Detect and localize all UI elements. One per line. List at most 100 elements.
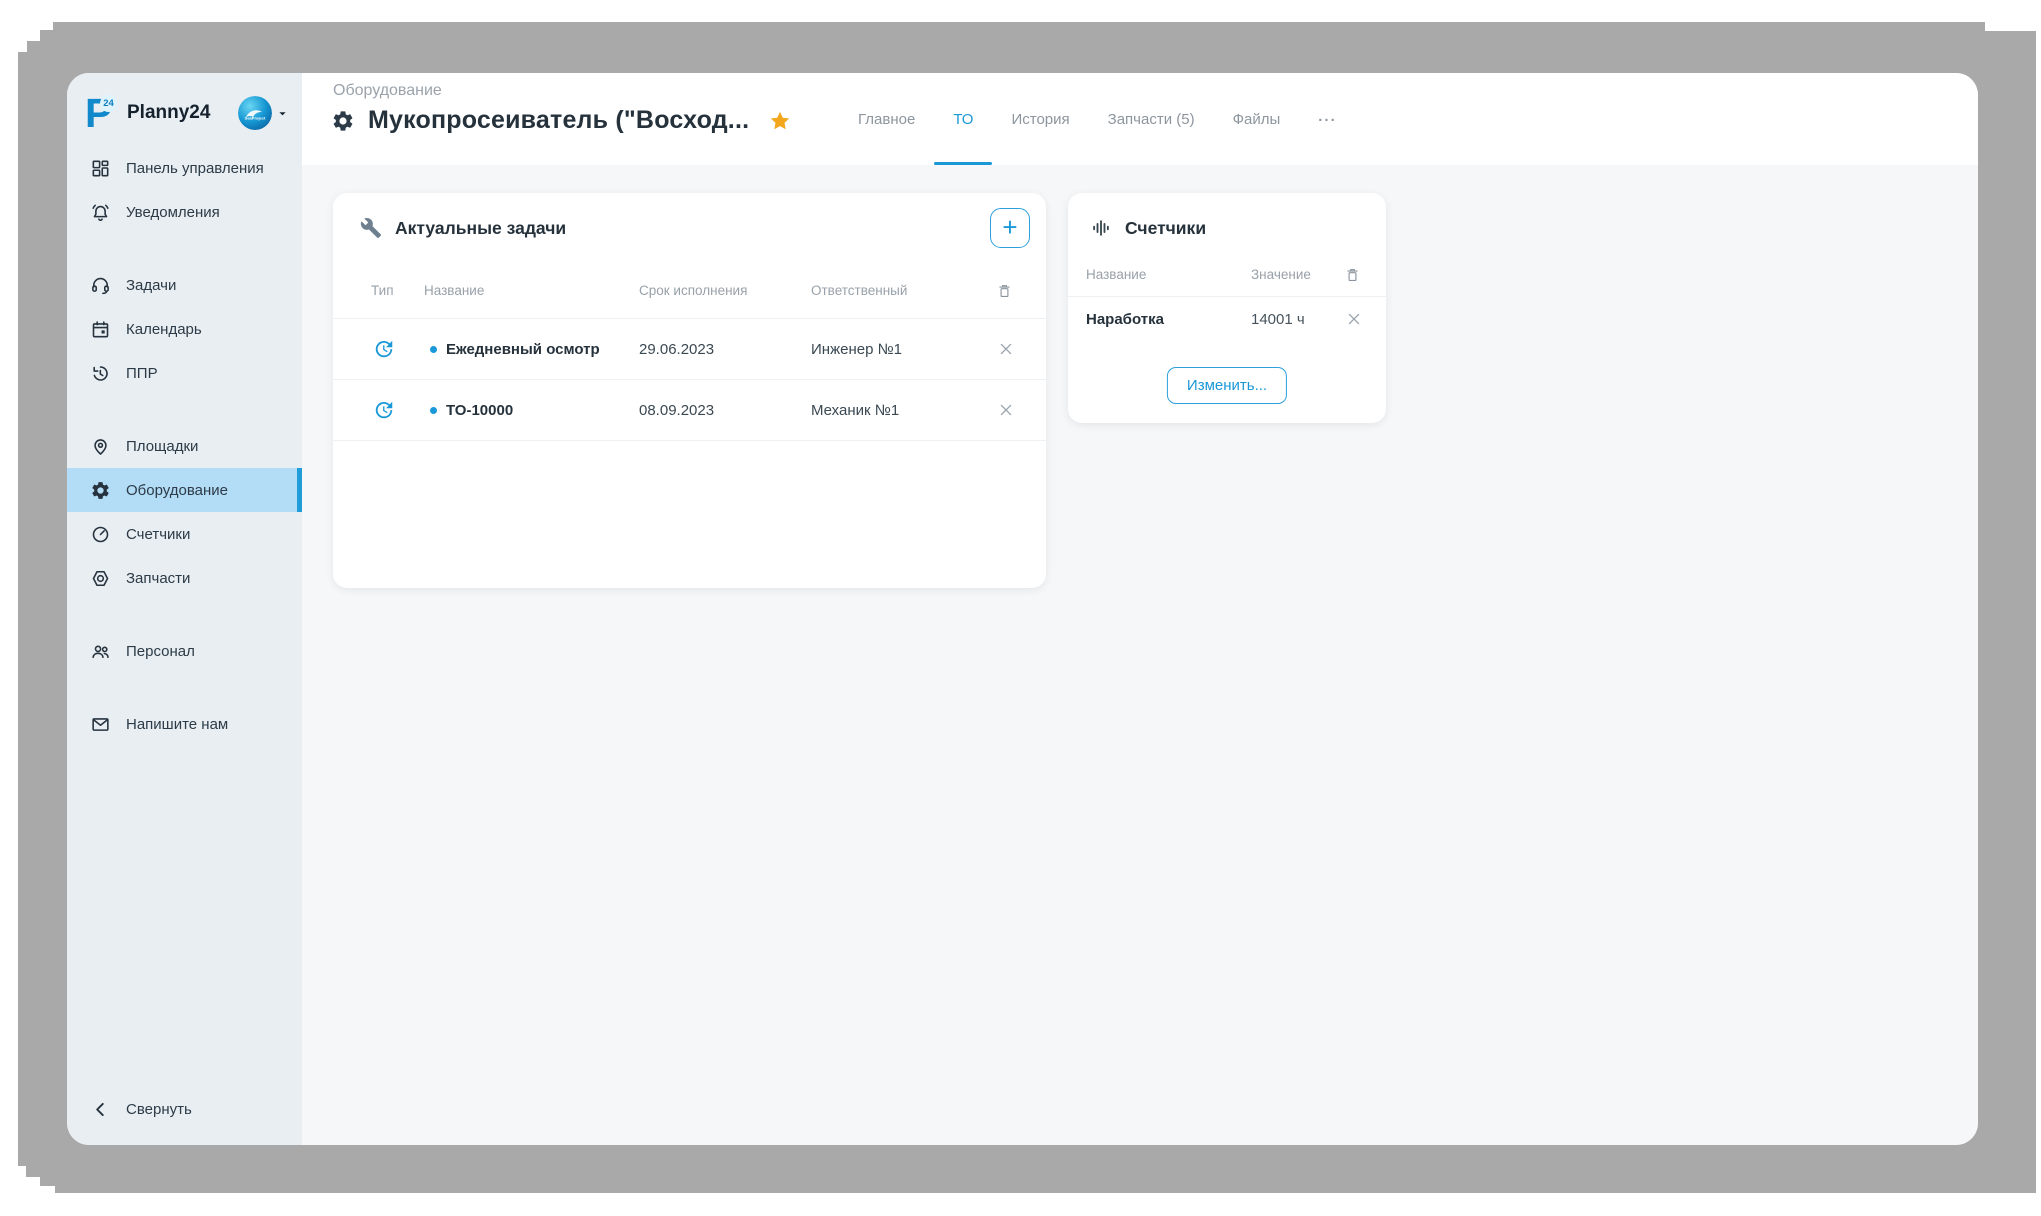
sidebar-item-sites[interactable]: Площадки [67, 424, 302, 468]
trash-icon[interactable] [1344, 266, 1361, 283]
recurring-task-icon [373, 399, 395, 421]
task-due-cell: 29.06.2023 [639, 341, 811, 358]
col-type: Тип [371, 283, 424, 298]
sidebar-item-calendar[interactable]: Календарь [67, 307, 302, 351]
planny-logo-icon: P 24 [83, 90, 123, 136]
tools-icon [360, 217, 382, 239]
table-row[interactable]: Ежедневный осмотр 29.06.2023 Инженер №1 [333, 319, 1046, 380]
sidebar-nav: Панель управления Уведомления Задачи [67, 146, 302, 746]
sidebar-item-label: Панель управления [126, 160, 264, 177]
task-name-cell: ТО-10000 [424, 402, 639, 419]
sidebar-item-ppr[interactable]: ППР [67, 351, 302, 395]
location-pin-icon [90, 436, 111, 457]
sidebar-item-label: Уведомления [126, 204, 220, 221]
col-name: Название [424, 283, 639, 298]
sidebar-item-label: Задачи [126, 277, 176, 294]
sidebar-item-dashboard[interactable]: Панель управления [67, 146, 302, 190]
tasks-card-title: Актуальные задачи [395, 218, 566, 239]
sidebar-item-label: ППР [126, 365, 158, 382]
nav-group-gap [67, 673, 302, 702]
edit-counters-button[interactable]: Изменить... [1167, 367, 1287, 404]
sidebar-item-tasks[interactable]: Задачи [67, 263, 302, 307]
chevron-down-icon [275, 106, 290, 121]
logo-badge: 24 [100, 95, 117, 112]
sidebar-item-label: Календарь [126, 321, 202, 338]
close-icon[interactable] [1344, 309, 1364, 329]
counters-card-header: Счетчики [1068, 193, 1386, 239]
mail-icon [90, 714, 111, 735]
equipment-gear-icon [331, 109, 355, 133]
sidebar: P 24 Planny24 SeaProject [67, 73, 302, 1145]
page-header: Оборудование Мукопросеиватель ("Восход..… [302, 73, 1978, 165]
collapse-label: Свернуть [126, 1101, 192, 1118]
tasks-card-header: Актуальные задачи [333, 193, 1046, 239]
task-due-cell: 08.09.2023 [639, 402, 811, 419]
sidebar-item-label: Напишите нам [126, 716, 228, 733]
status-dot [430, 407, 437, 414]
tab-bar: Главное ТО История Запчасти (5) Файлы ..… [858, 73, 1337, 165]
nav-group-gap [67, 234, 302, 263]
history-icon [90, 363, 111, 384]
status-dot [430, 346, 437, 353]
collapse-sidebar-button[interactable]: Свернуть [67, 1087, 302, 1131]
tab-files[interactable]: Файлы [1233, 73, 1281, 165]
nav-group-gap [67, 600, 302, 629]
sidebar-item-label: Оборудование [126, 482, 228, 499]
sidebar-item-equipment[interactable]: Оборудование [67, 468, 302, 512]
counter-value-cell: 14001 ч [1251, 311, 1344, 328]
sidebar-item-label: Запчасти [126, 570, 190, 587]
gear-icon [90, 480, 111, 501]
tab-spares[interactable]: Запчасти (5) [1108, 73, 1195, 165]
counters-card-title: Счетчики [1125, 218, 1206, 239]
counters-table-header: Название Значение [1068, 253, 1386, 297]
sidebar-item-label: Площадки [126, 438, 198, 455]
content-area: Актуальные задачи + Тип Название Срок ис… [302, 165, 1978, 1145]
nav-group-gap [67, 395, 302, 424]
sidebar-item-notifications[interactable]: Уведомления [67, 190, 302, 234]
gauge-icon [90, 524, 111, 545]
recurring-task-icon [373, 338, 395, 360]
tab-to[interactable]: ТО [953, 73, 973, 165]
col-due: Срок исполнения [639, 283, 811, 298]
tab-main[interactable]: Главное [858, 73, 915, 165]
app-window: P 24 Planny24 SeaProject [67, 73, 1978, 1145]
trash-icon[interactable] [996, 282, 1013, 299]
close-icon[interactable] [996, 339, 1016, 359]
tab-history[interactable]: История [1011, 73, 1069, 165]
tab-more[interactable]: ... [1318, 73, 1337, 162]
nut-icon [90, 568, 111, 589]
avatar[interactable]: SeaProject [238, 96, 272, 130]
breadcrumb[interactable]: Оборудование [333, 82, 442, 100]
sidebar-item-personnel[interactable]: Персонал [67, 629, 302, 673]
page-title: Мукопросеиватель ("Восход... [368, 106, 749, 135]
chevron-left-icon [90, 1099, 111, 1120]
headset-icon [90, 275, 111, 296]
user-menu[interactable]: SeaProject [238, 96, 290, 130]
brand-row: P 24 Planny24 SeaProject [67, 73, 302, 145]
actual-tasks-card: Актуальные задачи + Тип Название Срок ис… [333, 193, 1046, 588]
add-task-button[interactable]: + [990, 208, 1030, 248]
bell-icon [90, 202, 111, 223]
dashboard-icon [90, 158, 111, 179]
counter-row[interactable]: Наработка 14001 ч [1068, 297, 1386, 341]
sidebar-item-label: Персонал [126, 643, 195, 660]
main-area: Оборудование Мукопросеиватель ("Восход..… [302, 73, 1978, 1145]
favorite-star-icon[interactable] [768, 109, 792, 133]
col-counter-name: Название [1086, 267, 1251, 282]
title-row: Мукопросеиватель ("Восход... [331, 106, 792, 135]
counter-name-cell: Наработка [1086, 311, 1251, 328]
calendar-icon [90, 319, 111, 340]
sidebar-item-contact-us[interactable]: Напишите нам [67, 702, 302, 746]
col-counter-value: Значение [1251, 267, 1344, 282]
people-icon [90, 641, 111, 662]
task-assignee-cell: Инженер №1 [811, 341, 996, 358]
brand-name: Planny24 [127, 102, 210, 124]
table-row[interactable]: ТО-10000 08.09.2023 Механик №1 [333, 380, 1046, 441]
task-assignee-cell: Механик №1 [811, 402, 996, 419]
task-name-cell: Ежедневный осмотр [424, 341, 639, 358]
col-assignee: Ответственный [811, 283, 996, 298]
sidebar-item-counters[interactable]: Счетчики [67, 512, 302, 556]
counters-card: Счетчики Название Значение Наработка 140… [1068, 193, 1386, 423]
close-icon[interactable] [996, 400, 1016, 420]
sidebar-item-spares[interactable]: Запчасти [67, 556, 302, 600]
